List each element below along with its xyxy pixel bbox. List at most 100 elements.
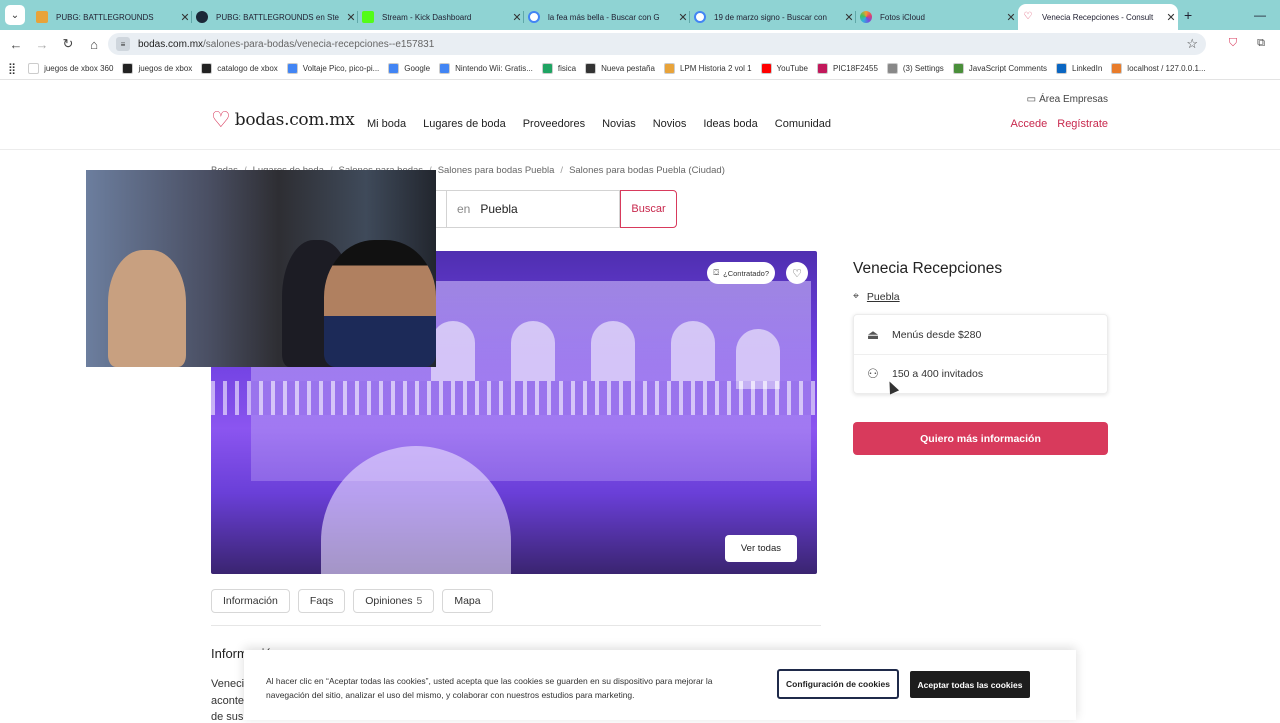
address-bar[interactable]: ≡ bodas.com.mx/salones-para-bodas/veneci… [108,33,1206,55]
bookmarks-bar: ⣿ juegos de xbox 360 juegos de xbox catalo… [0,58,1280,80]
breadcrumb-separator: / [560,165,564,176]
venue-city-link[interactable]: Puebla [867,291,900,303]
view-all-photos-button[interactable]: Ver todas [724,535,797,562]
bookmark-item[interactable]: juegos de xbox [122,63,192,74]
hired-badge-button[interactable]: ⛋ ¿Contratado? [707,262,775,284]
bookmark-item[interactable]: (3) Settings [886,63,944,74]
bookmark-label: Google [404,64,431,73]
tab-faqs[interactable]: Faqs [297,589,346,613]
bookmark-favicon-icon [122,63,134,74]
nav-item-comunidad[interactable]: Comunidad [775,118,831,130]
window-minimize-icon[interactable]: — [1254,8,1266,22]
favorite-heart-icon[interactable]: ♡ [786,262,808,284]
webcam-person [108,250,186,367]
forward-icon[interactable]: → [30,32,54,56]
breadcrumb-item[interactable]: Salones para bodas Puebla (Ciudad) [569,165,725,176]
nav-item-proveedores[interactable]: Proveedores [523,118,585,130]
nav-item-novios[interactable]: Novios [653,118,687,130]
info-text-line: aconte [211,695,245,707]
browser-tab[interactable]: Stream - Kick Dashboard ✕ [358,4,524,30]
cookie-settings-button[interactable]: Configuración de cookies [777,669,899,699]
reload-icon[interactable]: ↻ [56,32,80,56]
divider [211,625,821,626]
browser-tab[interactable]: la fea más bella - Buscar con G ✕ [524,4,690,30]
briefcase-icon: ▭ [1026,94,1037,105]
bookmark-label: JavaScript Comments [968,64,1048,73]
browser-tab-active[interactable]: ♡ Venecia Recepciones - Consult ✕ [1018,4,1178,30]
extensions-puzzle-icon[interactable]: ⧉ [1252,34,1270,52]
toolbar-extensions: ⛉ ⧉ [1224,34,1270,52]
browser-tab[interactable]: 19 de marzo signo - Buscar con ✕ [690,4,856,30]
tab-title: PUBG: BATTLEGROUNDS [56,12,154,22]
bookmark-item[interactable]: Nintendo Wii: Gratis... [439,63,533,74]
bookmark-item[interactable]: JavaScript Comments [952,63,1048,74]
apps-grid-icon[interactable]: ⣿ [8,62,16,75]
venue-summary-panel: Venecia Recepciones ⌖ Puebla ⏏ Menús des… [853,260,1108,455]
site-info-icon[interactable]: ≡ [116,37,130,51]
nav-item-ideas[interactable]: Ideas boda [703,118,757,130]
search-button[interactable]: Buscar [620,190,677,228]
bookmark-item[interactable]: Google [388,63,430,74]
google-icon [694,11,706,23]
tab-mapa[interactable]: Mapa [442,589,493,613]
bookmark-item[interactable]: YouTube [760,63,808,74]
logo-text: bodas.com.mx [234,110,355,130]
site-logo[interactable]: ♡ bodas.com.mx [211,107,355,132]
bookmark-item[interactable]: Voltaje Pico, pico-pi... [286,63,379,74]
browser-tab[interactable]: Fotos iCloud ✕ [856,4,1018,30]
bookmark-item[interactable]: PIC18F2455 [816,63,878,74]
bookmark-favicon-icon [439,63,451,74]
breadcrumb-item[interactable]: Salones para bodas Puebla [438,165,555,176]
tab-search-menu-icon[interactable]: ⌄ [5,5,25,25]
request-info-button[interactable]: Quiero más información [853,422,1108,455]
bookmark-label: LPM Historia 2 vol 1 [679,64,752,73]
register-link[interactable]: Regístrate [1057,118,1108,130]
new-tab-icon[interactable]: + [1184,7,1192,23]
heart-logo-icon: ♡ [211,107,231,132]
close-icon[interactable]: ✕ [510,11,524,24]
accept-all-cookies-button[interactable]: Aceptar todas las cookies [910,671,1030,698]
tab-title: la fea más bella - Buscar con G [548,12,660,22]
nav-item-mi-boda[interactable]: Mi boda [367,118,406,130]
tab-opiniones[interactable]: Opiniones 5 [353,589,435,613]
main-nav: Mi boda Lugares de boda Proveedores Novi… [367,118,831,130]
extension-shield-icon[interactable]: ⛉ [1224,34,1242,52]
close-icon[interactable]: ✕ [676,11,690,24]
pubg-icon [36,11,48,23]
bookmark-item[interactable]: catalogo de xbox [201,63,278,74]
bookmark-item[interactable]: LinkedIn [1056,63,1102,74]
bookmark-item[interactable]: LPM Historia 2 vol 1 [663,63,752,74]
bookmark-item[interactable]: fisica [541,63,576,74]
hired-badge-label: ¿Contratado? [723,268,769,278]
close-icon[interactable]: ✕ [178,11,192,24]
tab-label: Mapa [454,595,481,607]
home-icon[interactable]: ⌂ [82,32,106,56]
tab-informacion[interactable]: Información [211,589,290,613]
webcam-overlay [86,170,436,367]
tab-title: Venecia Recepciones - Consult [1042,12,1154,22]
back-icon[interactable]: ← [4,32,28,56]
login-link[interactable]: Accede [1011,118,1048,130]
close-icon[interactable]: ✕ [344,11,358,24]
kick-icon [362,11,374,23]
bookmark-item[interactable]: Nueva pestaña [585,63,655,74]
browser-toolbar: ← → ↻ ⌂ ≡ bodas.com.mx/salones-para-boda… [0,30,1280,58]
bookmark-star-icon[interactable]: ☆ [1186,36,1198,52]
bookmark-favicon-icon [760,63,772,74]
browser-tab[interactable]: PUBG: BATTLEGROUNDS en Ste ✕ [192,4,358,30]
venue-menu-row: ⏏ Menús desde $280 [854,315,1107,354]
bookmark-label: juegos de xbox [138,64,193,73]
photo-arch [431,321,475,381]
search-location-input[interactable]: en Puebla [446,190,620,228]
close-icon[interactable]: ✕ [842,11,856,24]
bookmark-item[interactable]: juegos de xbox 360 [28,63,113,74]
nav-item-lugares[interactable]: Lugares de boda [423,118,506,130]
bodas-heart-icon: ♡ [1022,11,1034,23]
area-empresas-link[interactable]: ▭ Área Empresas [1027,94,1108,105]
close-icon[interactable]: ✕ [1004,11,1018,24]
steam-icon [196,11,208,23]
nav-item-novias[interactable]: Novias [602,118,636,130]
browser-tab[interactable]: PUBG: BATTLEGROUNDS ✕ [32,4,192,30]
close-icon[interactable]: ✕ [1164,11,1178,24]
bookmark-item[interactable]: localhost / 127.0.0.1... [1111,63,1206,74]
